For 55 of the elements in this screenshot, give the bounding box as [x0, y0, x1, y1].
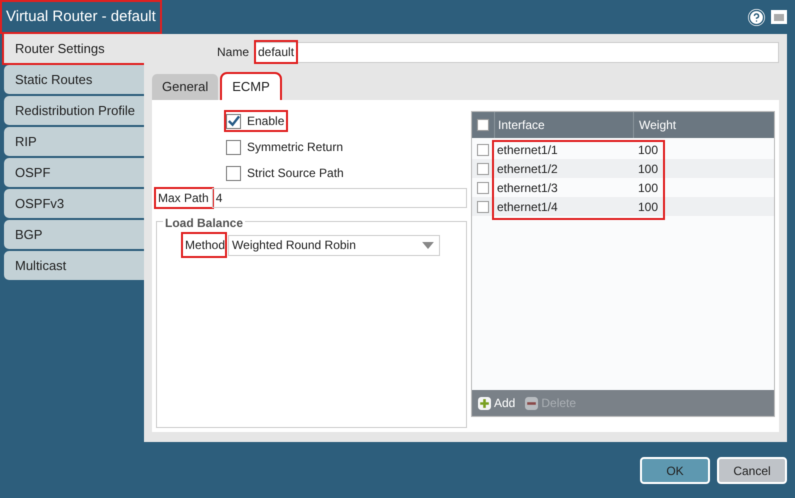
- dropdown-arrow-icon: [422, 242, 434, 248]
- name-value: default: [256, 42, 296, 62]
- checkbox-label: Symmetric Return: [247, 139, 344, 156]
- checkbox-row[interactable]: Strict Source Path: [226, 164, 346, 182]
- table-row[interactable]: ethernet1/1 100: [472, 140, 774, 159]
- column-header[interactable]: Interface: [494, 112, 633, 138]
- method-dropdown[interactable]: Weighted Round Robin: [228, 234, 440, 256]
- checkbox-label: Enable: [247, 113, 284, 130]
- max-path-label: Max Path: [156, 189, 212, 207]
- name-label: Name: [216, 44, 249, 61]
- table-cell-text: ethernet1/4: [496, 198, 559, 216]
- tab[interactable]: ECMP: [222, 74, 280, 100]
- sidebar-item[interactable]: Router Settings: [4, 34, 144, 63]
- add-button[interactable]: Add: [478, 394, 516, 412]
- name-field[interactable]: default: [255, 42, 779, 62]
- checkbox-row[interactable]: Symmetric Return: [226, 138, 346, 156]
- checkbox[interactable]: [226, 166, 241, 180]
- sidebar-item[interactable]: BGP: [4, 220, 144, 249]
- sidebar-item[interactable]: OSPF: [4, 158, 144, 187]
- max-path-field[interactable]: 4: [212, 188, 467, 208]
- checkbox[interactable]: [477, 144, 489, 156]
- checkbox[interactable]: [477, 162, 489, 174]
- ok-button[interactable]: OK: [640, 457, 710, 484]
- check-icon: [227, 114, 240, 128]
- checkbox[interactable]: [477, 119, 489, 131]
- window-icon[interactable]: [771, 10, 787, 24]
- help-icon[interactable]: [748, 8, 765, 26]
- table-row[interactable]: ethernet1/2 100: [472, 159, 774, 178]
- checkbox[interactable]: [477, 200, 489, 212]
- table-cell-text: 100: [637, 160, 658, 178]
- sidebar-item[interactable]: Multicast: [4, 251, 144, 280]
- table-row[interactable]: ethernet1/4 100: [472, 197, 774, 216]
- column-header[interactable]: Weight: [633, 112, 774, 138]
- sidebar-item[interactable]: Redistribution Profile: [4, 96, 144, 125]
- sidebar-item[interactable]: RIP: [4, 127, 144, 156]
- checkbox[interactable]: [477, 182, 489, 194]
- checkbox-row[interactable]: Enable: [226, 112, 286, 130]
- sidebar-item[interactable]: OSPFv3: [4, 189, 144, 218]
- plus-icon: [478, 396, 491, 410]
- table-row[interactable]: ethernet1/3 100: [472, 178, 774, 197]
- tab[interactable]: General: [152, 74, 218, 100]
- window-title: Virtual Router - default: [2, 2, 160, 32]
- table-cell-text: 100: [637, 198, 658, 216]
- sidebar-item[interactable]: Static Routes: [4, 65, 144, 94]
- table-cell-text: ethernet1/3: [496, 180, 559, 196]
- table-cell-text: 100: [637, 180, 658, 196]
- method-label: Method: [183, 234, 226, 256]
- checkbox-label: Strict Source Path: [247, 165, 344, 182]
- table-cell-text: ethernet1/1: [496, 142, 559, 158]
- table-cell-text: ethernet1/2: [496, 160, 559, 178]
- table-cell-text: 100: [637, 142, 658, 158]
- cancel-button[interactable]: Cancel: [717, 457, 787, 484]
- minus-icon: [525, 396, 538, 410]
- checkbox[interactable]: [226, 114, 241, 128]
- checkbox[interactable]: [226, 140, 241, 154]
